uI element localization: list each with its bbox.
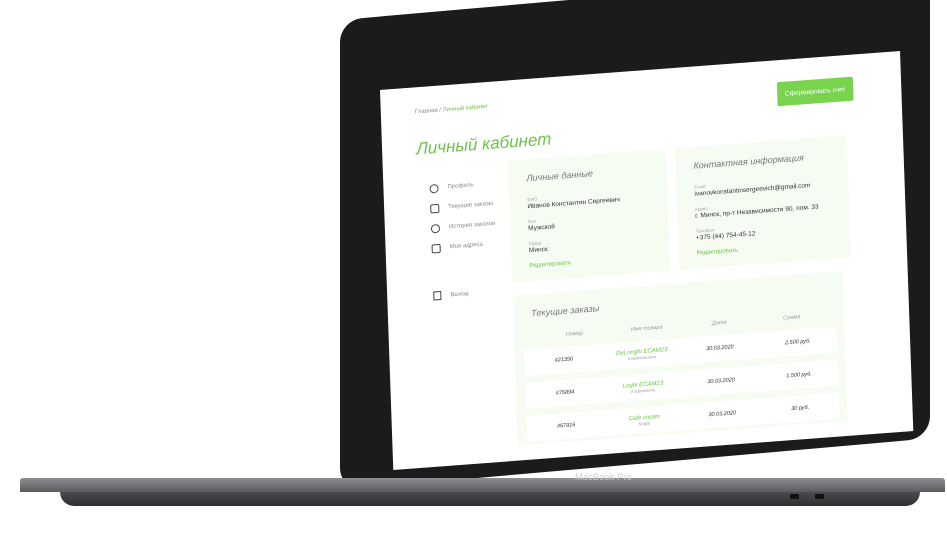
order-number: #21356 <box>554 356 574 364</box>
column-header: Сумма <box>783 314 801 322</box>
personal-data-title: Личные данные <box>526 168 594 184</box>
laptop-base <box>20 478 945 510</box>
field-phone: Телефон +375 (44) 754-45-12 <box>696 224 756 241</box>
order-product: Cafe cream Кофе <box>605 412 683 429</box>
history-icon <box>430 223 441 234</box>
sidebar-item-label: Текущие заказы <box>448 200 494 211</box>
field-value: Мужской <box>528 223 555 233</box>
breadcrumb-home[interactable]: Главная <box>415 108 438 116</box>
order-number: #67916 <box>556 422 576 430</box>
edit-contact-link[interactable]: Редактировать <box>696 248 738 257</box>
breadcrumb-current: Личный кабинет <box>442 103 488 114</box>
personal-data-card: Личные данные ФИО Иванов Константин Серг… <box>507 148 671 283</box>
breadcrumb-separator: / <box>439 107 442 114</box>
breadcrumb: Главная / Личный кабинет <box>415 104 488 115</box>
laptop-screen: Главная / Личный кабинет Сформировать сч… <box>380 51 914 470</box>
page-title: Личный кабинет <box>415 129 552 159</box>
laptop-base-top <box>20 478 945 492</box>
order-product: Loghi ECAM23 Кофемолка <box>604 379 682 396</box>
order-date: 30.03.2020 <box>708 410 737 419</box>
field-gender: Пол Мужской <box>528 217 555 233</box>
list-icon <box>430 203 440 214</box>
contact-info-title: Контактная информация <box>693 152 805 171</box>
sidebar: Профиль Текущие заказы История заказов М… <box>429 174 496 259</box>
sidebar-item-label: История заказов <box>448 220 496 231</box>
order-date: 30.03.2020 <box>706 344 734 353</box>
edit-personal-link[interactable]: Редактировать <box>529 260 571 269</box>
field-email: Email ivanovkonstantinsergeevich@gmail.c… <box>694 176 811 198</box>
laptop-brand: MacBook Pro <box>575 472 633 482</box>
current-orders-title: Текущие заказы <box>531 303 600 319</box>
column-header: Номер <box>565 330 583 338</box>
logout-icon <box>433 290 442 301</box>
order-sum: 30 руб. <box>791 404 810 413</box>
field-address: Адрес г. Минск, пр-т Независимости 90, п… <box>695 197 819 219</box>
order-sum: 2.500 руб. <box>784 338 811 347</box>
current-orders-card: Текущие заказы Номер Имя товара Дата Сум… <box>512 270 848 446</box>
contact-info-card: Контактная информация Email ivanovkonsta… <box>674 135 852 271</box>
sidebar-item-label: Профиль <box>447 182 474 191</box>
generate-invoice-button[interactable]: Сформировать счет <box>776 76 854 107</box>
column-header: Дата <box>711 319 727 327</box>
order-product: DeLonghi ECAM23 Кофемашина <box>603 346 681 363</box>
field-fio: ФИО Иванов Константин Сергеевич <box>527 190 620 210</box>
field-city: Город Минск <box>529 240 548 254</box>
sidebar-item-label: Мои адреса <box>449 241 484 251</box>
usb-port <box>790 494 799 499</box>
sidebar-item-addresses[interactable]: Мои адреса <box>431 234 496 259</box>
order-number: #75894 <box>555 389 575 397</box>
logout-button[interactable]: Выход <box>433 289 468 301</box>
logout-label: Выход <box>450 290 469 298</box>
user-icon <box>429 183 439 194</box>
address-book-icon <box>431 243 441 254</box>
column-header: Имя товара <box>630 324 663 333</box>
order-sum: 1.500 руб. <box>786 371 812 380</box>
field-value: Минск <box>528 245 548 255</box>
order-date: 30.03.2020 <box>707 377 735 386</box>
usb-port <box>815 494 824 499</box>
